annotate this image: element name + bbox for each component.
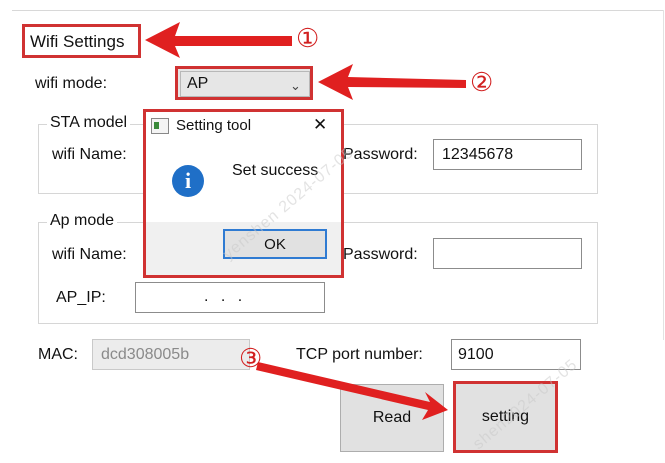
arrow-3: [256, 362, 448, 420]
annotation-two: ②: [470, 67, 494, 97]
annotation-three: ③: [239, 343, 263, 373]
arrow-2: [318, 64, 466, 100]
arrow-1: [145, 22, 292, 58]
annotation-arrows: [145, 22, 466, 420]
annotation-one: ①: [296, 23, 320, 53]
